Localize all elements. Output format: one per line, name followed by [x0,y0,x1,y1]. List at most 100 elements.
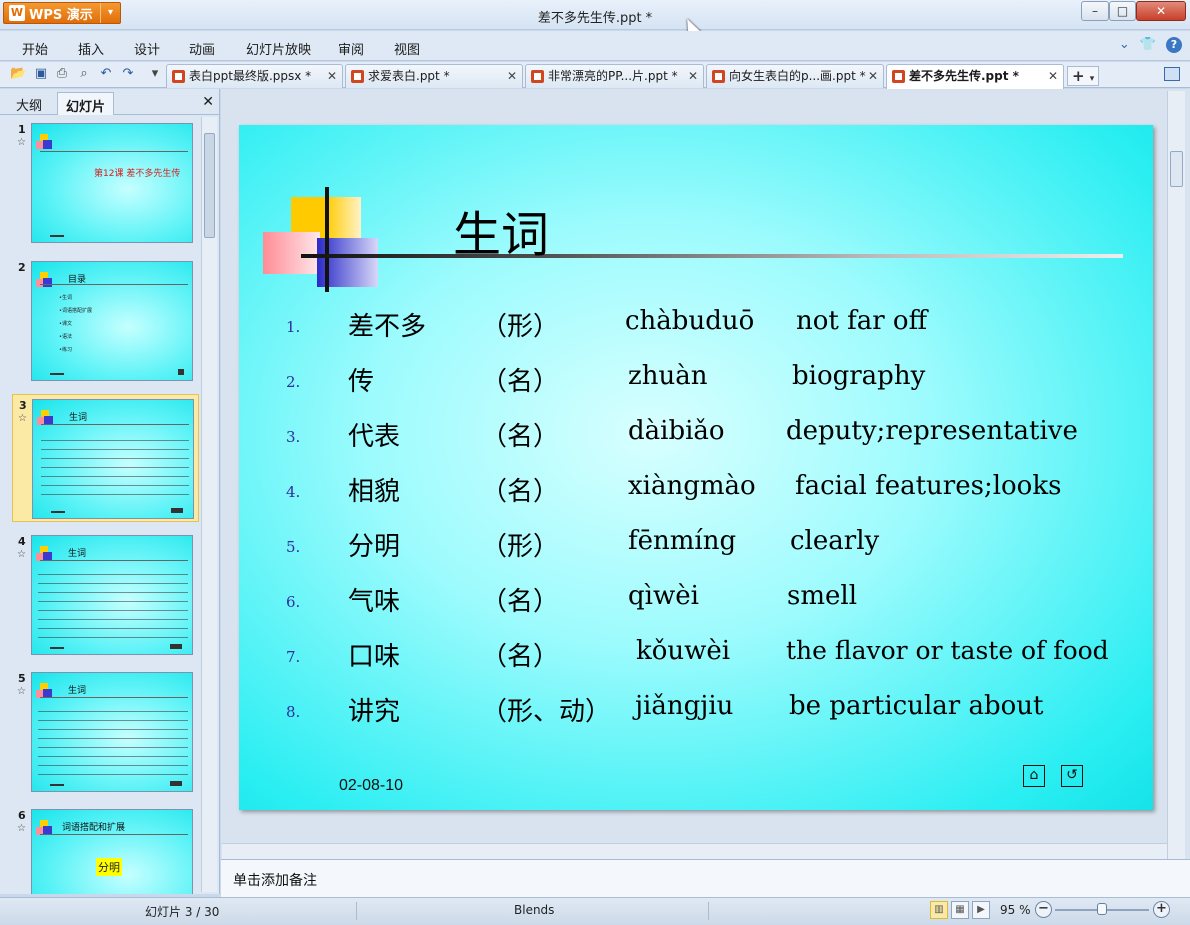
print-preview-icon[interactable]: ⌕ [76,66,92,82]
help-icon[interactable]: ? [1166,37,1182,53]
close-tab-icon[interactable]: ✕ [688,65,698,87]
title-bar: W WPS 演示 ▾ 差不多先生传.ppt * – □ ✕ [0,0,1190,39]
zoom-level: 95 % [1000,903,1031,917]
menu-review[interactable]: 审阅 [338,39,364,58]
new-tab-button[interactable]: + ▾ [1067,66,1099,86]
minimize-button[interactable]: – [1081,1,1109,21]
menu-bar: 开始 插入 设计 动画 幻灯片放映 审阅 视图 ⌄ 👕 ? [0,31,1190,61]
doc-tab-2[interactable]: 求爱表白.ppt * ✕ [345,64,523,88]
thumbnail-title: 生词 [68,686,87,696]
status-bar: 幻灯片 3 / 30 Blends ▥ ▦ ▶ 95 % − + [0,897,1190,925]
thumbnail-image: 词语搭配和扩展 分明 [31,809,193,894]
part-of-speech: （名） [481,587,560,617]
notes-pane[interactable]: 单击添加备注 [221,859,1190,897]
close-tab-icon[interactable]: ✕ [868,65,878,87]
doc-tab-1[interactable]: 表白ppt最终版.ppsx * ✕ [166,64,343,88]
menu-slideshow[interactable]: 幻灯片放映 [246,39,311,58]
skin-shirt-icon[interactable]: 👕 [1140,37,1156,53]
animation-star-icon: ☆ [18,413,27,424]
open-folder-icon[interactable]: 📂 [10,66,26,82]
english-meaning: smell [787,581,858,611]
slide-thumbnail-5[interactable]: 5 ☆ 生词 [12,668,199,796]
thumbnail-scrollbar[interactable] [201,117,217,892]
animation-star-icon: ☆ [17,549,26,560]
home-nav-icon[interactable]: ⌂ [1023,765,1045,787]
slide-canvas[interactable]: 生词 1. 差不多 （形） chàbuduō not far off 2. 传 … [239,125,1153,810]
tab-slides[interactable]: 幻灯片 [57,92,115,115]
slide-sorter-icon[interactable]: ▦ [951,901,969,919]
collapse-ribbon-icon[interactable]: ⌄ [1119,37,1130,53]
slide-thumbnail-1[interactable]: 1 ☆ 第12课 差不多先生传 [12,119,199,247]
tab-outline[interactable]: 大纲 [8,92,50,115]
slide-panel: 大纲 幻灯片 ✕ 1 ☆ 第12课 差不多先生传 2 目录 •生词 •词语搭配扩… [0,89,220,894]
close-panel-icon[interactable]: ✕ [202,94,214,110]
chinese-word: 口味 [348,642,401,672]
close-window-button[interactable]: ✕ [1136,1,1186,21]
notes-placeholder[interactable]: 单击添加备注 [233,870,317,890]
pinyin: zhuàn [628,361,708,391]
tab-list-icon[interactable] [1164,67,1180,81]
part-of-speech: （名） [481,477,560,507]
doc-tab-label: 非常漂亮的PP...片.ppt * [548,69,678,83]
panel-tabs: 大纲 幻灯片 ✕ [0,89,219,115]
save-icon[interactable]: ▣ [33,66,49,82]
zoom-out-button[interactable]: − [1035,901,1052,918]
doc-tab-label: 表白ppt最终版.ppsx * [189,69,312,83]
menu-insert[interactable]: 插入 [78,39,104,58]
menu-design[interactable]: 设计 [134,39,160,58]
toc-item: •语法 [59,334,72,340]
close-tab-icon[interactable]: ✕ [507,65,517,87]
ppt-file-icon [892,70,905,83]
customize-toolbar-icon[interactable]: ▾ [147,66,163,82]
pinyin: chàbuduō [625,306,755,336]
normal-view-icon[interactable]: ▥ [930,901,948,919]
thumbnail-title: 目录 [68,275,87,285]
menu-animation[interactable]: 动画 [189,39,215,58]
undo-icon[interactable]: ↶ [98,66,114,82]
animation-star-icon: ☆ [17,823,26,834]
doc-tab-label: 求爱表白.ppt * [368,69,450,83]
row-number: 4. [286,483,301,501]
vertical-scrollbar[interactable] [1167,91,1185,859]
maximize-button[interactable]: □ [1109,1,1136,21]
slide-number: 6 [18,809,26,822]
doc-tab-3[interactable]: 非常漂亮的PP...片.ppt * ✕ [525,64,704,88]
slide-thumbnail-2[interactable]: 2 目录 •生词 •词语搭配扩展 •课文 •语法 •练习 [12,257,199,385]
thumbnail-title: 生词 [68,549,87,559]
decor-pink-square [263,232,320,274]
menu-start[interactable]: 开始 [22,39,48,58]
slide-thumbnail-4[interactable]: 4 ☆ 生词 [12,531,199,659]
doc-tab-5-active[interactable]: 差不多先生传.ppt * ✕ [886,64,1064,89]
thumbnail-image: 生词 [31,535,193,655]
doc-tab-4[interactable]: 向女生表白的p...画.ppt * ✕ [706,64,884,88]
slide-date: 02-08-10 [339,777,404,794]
quick-toolbar: 📂 ▣ ⎙ ⌕ ↶ ↷ ▾ 表白ppt最终版.ppsx * ✕ 求爱表白.ppt… [0,62,1190,89]
chevron-down-icon[interactable]: ▾ [1090,74,1095,84]
row-number: 6. [286,593,301,611]
window-title: 差不多先生传.ppt * [537,11,653,26]
close-tab-icon[interactable]: ✕ [1048,65,1058,87]
animation-star-icon: ☆ [17,686,26,697]
slideshow-icon[interactable]: ▶ [972,901,990,919]
return-nav-icon[interactable]: ↺ [1061,765,1083,787]
chinese-word: 讲究 [348,697,401,727]
scroll-thumb[interactable] [204,133,215,238]
chinese-word: 传 [348,367,375,397]
redo-icon[interactable]: ↷ [120,66,136,82]
english-meaning: be particular about [789,691,1044,721]
animation-star-icon: ☆ [17,137,26,148]
theme-name: Blends [514,903,555,917]
menu-view[interactable]: 视图 [394,39,420,58]
ppt-file-icon [712,70,725,83]
print-icon[interactable]: ⎙ [54,66,70,82]
slide-editor: 生词 1. 差不多 （形） chàbuduō not far off 2. 传 … [221,89,1190,859]
close-tab-icon[interactable]: ✕ [327,65,337,87]
zoom-in-button[interactable]: + [1153,901,1170,918]
slide-thumbnail-3-selected[interactable]: 3 ☆ 生词 [12,394,199,522]
chinese-word: 相貌 [348,477,401,507]
scroll-thumb[interactable] [1170,151,1183,187]
slide-title[interactable]: 生词 [453,195,549,265]
slide-thumbnail-6[interactable]: 6 ☆ 词语搭配和扩展 分明 [12,805,199,894]
horizontal-scrollbar[interactable] [222,843,1167,859]
zoom-slider-handle[interactable] [1097,903,1107,915]
